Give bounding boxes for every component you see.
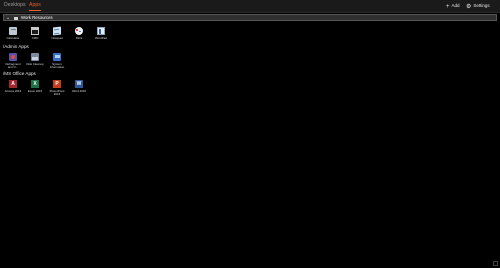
app-tile-powerpoint[interactable]: PowerPoint 2016: [47, 80, 67, 96]
disk-cleanup-icon: [31, 53, 39, 61]
section-title-admin-apps: /Admin Apps: [3, 44, 29, 49]
defragment-icon: [9, 53, 17, 61]
app-label: Access 2016: [4, 88, 22, 93]
settings-label: Settings: [473, 3, 490, 8]
tab-desktops[interactable]: Desktops: [4, 1, 26, 11]
app-label: Word 2016: [71, 88, 87, 93]
resize-grip[interactable]: [493, 261, 498, 266]
word-icon: [75, 80, 83, 88]
powerpoint-icon: [53, 80, 61, 88]
app-tile-paint[interactable]: Paint: [69, 27, 89, 40]
plus-icon: +: [446, 3, 450, 10]
wordpad-icon: [97, 27, 105, 35]
notepad-icon: [53, 26, 61, 36]
app-tile-wordpad[interactable]: WordPad: [91, 27, 111, 40]
top-navigation-bar: Desktops Apps + Add ⚙ Settings: [0, 0, 500, 13]
app-label: CMD: [31, 35, 39, 40]
settings-button[interactable]: ⚙ Settings: [466, 1, 490, 10]
system-information-icon: [53, 53, 61, 61]
app-tile-disk-cleanup[interactable]: Disk Cleanup: [25, 53, 45, 66]
app-label: Notepad: [51, 35, 63, 40]
app-label: WordPad: [95, 35, 107, 40]
app-tile-cmd[interactable]: CMD: [25, 27, 45, 40]
gear-icon: ⚙: [466, 3, 472, 10]
app-label: Paint: [75, 35, 83, 40]
excel-icon: [31, 80, 39, 88]
app-tile-calculator[interactable]: Calculator: [3, 27, 23, 40]
app-label: PowerPoint 2016: [49, 88, 65, 96]
work-resources-group-header[interactable]: ⌄ Work Resources: [3, 14, 497, 21]
calculator-icon: [9, 27, 17, 35]
section-title-office-apps: /MS Office Apps: [3, 71, 36, 76]
app-label: Defragment and O...: [5, 61, 21, 69]
app-tile-defragment[interactable]: Defragment and O...: [3, 53, 23, 69]
app-label: Excel 2016: [27, 88, 43, 93]
folder-icon: [14, 16, 18, 20]
app-tile-access[interactable]: Access 2016: [3, 80, 23, 93]
chevron-down-icon[interactable]: ⌄: [6, 15, 10, 21]
app-tile-notepad[interactable]: Notepad: [47, 26, 67, 40]
app-tile-word[interactable]: Word 2016: [69, 80, 89, 93]
command-prompt-icon: [31, 27, 39, 35]
app-label: System Information: [49, 61, 65, 69]
add-label: Add: [451, 3, 460, 8]
access-icon: [9, 80, 17, 88]
add-button[interactable]: + Add: [446, 1, 460, 10]
group-title: Work Resources: [21, 15, 53, 20]
app-label: Calculator: [6, 35, 20, 40]
app-label: Disk Cleanup: [26, 61, 44, 66]
app-tile-system-information[interactable]: System Information: [47, 53, 67, 69]
tab-apps[interactable]: Apps: [29, 1, 41, 11]
app-tile-excel[interactable]: Excel 2016: [25, 80, 45, 93]
paint-icon: [75, 27, 83, 35]
